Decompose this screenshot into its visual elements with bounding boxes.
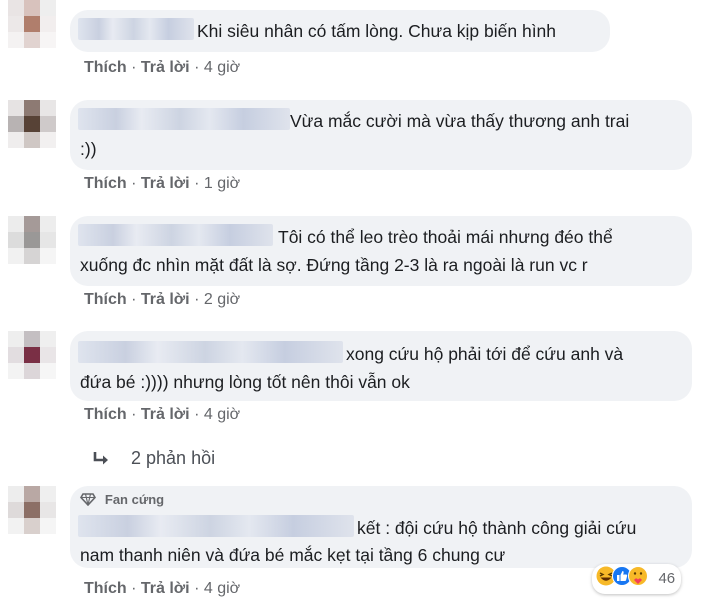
comment-bubble: Vừa mắc cười mà vừa thấy thương anh trai… (70, 100, 692, 170)
comment-text: xong cứu hộ phải tới để cứu anh và (346, 344, 624, 364)
reply-link[interactable]: Trả lời (141, 175, 190, 192)
timestamp[interactable]: 1 giờ (204, 175, 240, 192)
timestamp[interactable]: 2 giờ (204, 291, 240, 308)
avatar[interactable] (8, 0, 56, 48)
reply-arrow-icon (92, 451, 112, 472)
author-name[interactable] (78, 341, 343, 363)
comment-text: Tôi có thể leo trèo thoải mái nhưng đéo … (278, 227, 613, 247)
comment-text-line-2: :)) (80, 139, 97, 159)
timestamp[interactable]: 4 giờ (204, 406, 240, 423)
fan-badge: Fan cứng (80, 488, 164, 510)
comment-text-line-2: đứa bé :)))) nhưng lòng tốt nên thôi vẫn… (80, 372, 410, 392)
comment-bubble: Tôi có thể leo trèo thoải mái nhưng đéo … (70, 216, 692, 286)
reaction-count: 46 (658, 570, 676, 587)
like-link[interactable]: Thích (84, 406, 127, 423)
avatar[interactable] (8, 486, 56, 534)
badge-label: Fan cứng (104, 492, 165, 507)
like-link[interactable]: Thích (84, 175, 127, 192)
author-name[interactable] (78, 108, 290, 130)
comment-bubble: xong cứu hộ phải tới để cứu anh và đứa b… (70, 331, 692, 401)
author-name[interactable] (78, 224, 273, 246)
reply-link[interactable]: Trả lời (141, 291, 190, 308)
comment-text-line-2: xuống đc nhìn mặt đất là sợ. Đứng tầng 2… (80, 255, 588, 275)
comment-bubble: Khi siêu nhân có tấm lòng. Chưa kịp biến… (70, 10, 610, 52)
reply-link[interactable]: Trả lời (141, 406, 190, 423)
comment-text: kết : đội cứu hộ thành công giải cứu (357, 518, 637, 538)
reply-link[interactable]: Trả lời (141, 59, 190, 76)
comment-actions: Thích · Trả lời · 4 giờ (84, 406, 241, 423)
care-reaction-icon (628, 566, 648, 591)
view-replies-link[interactable]: 2 phản hồi (92, 448, 215, 472)
diamond-icon (80, 490, 96, 510)
avatar[interactable] (8, 331, 56, 379)
comment-text: Vừa mắc cười mà vừa thấy thương anh trai (290, 111, 630, 131)
comment-actions: Thích · Trả lời · 4 giờ (84, 580, 241, 597)
comment-text-line-2: nam thanh niên và đứa bé mắc kẹt tại tần… (80, 545, 506, 565)
comment-actions: Thích · Trả lời · 4 giờ (84, 59, 241, 76)
comment-actions: Thích · Trả lời · 2 giờ (84, 291, 241, 308)
comment-actions: Thích · Trả lời · 1 giờ (84, 175, 241, 192)
timestamp[interactable]: 4 giờ (204, 59, 240, 76)
comment-text: Khi siêu nhân có tấm lòng. Chưa kịp biến… (197, 21, 557, 41)
author-name[interactable] (78, 515, 354, 537)
avatar[interactable] (8, 100, 56, 148)
replies-count: 2 phản hồi (131, 448, 216, 468)
timestamp[interactable]: 4 giờ (204, 580, 240, 597)
like-link[interactable]: Thích (84, 580, 127, 597)
like-link[interactable]: Thích (84, 59, 127, 76)
like-link[interactable]: Thích (84, 291, 127, 308)
author-name[interactable] (78, 18, 194, 40)
comment-bubble: Fan cứng kết : đội cứu hộ thành công giả… (70, 486, 692, 568)
reaction-summary[interactable]: 46 (592, 564, 682, 594)
avatar[interactable] (8, 216, 56, 264)
reply-link[interactable]: Trả lời (141, 580, 190, 597)
